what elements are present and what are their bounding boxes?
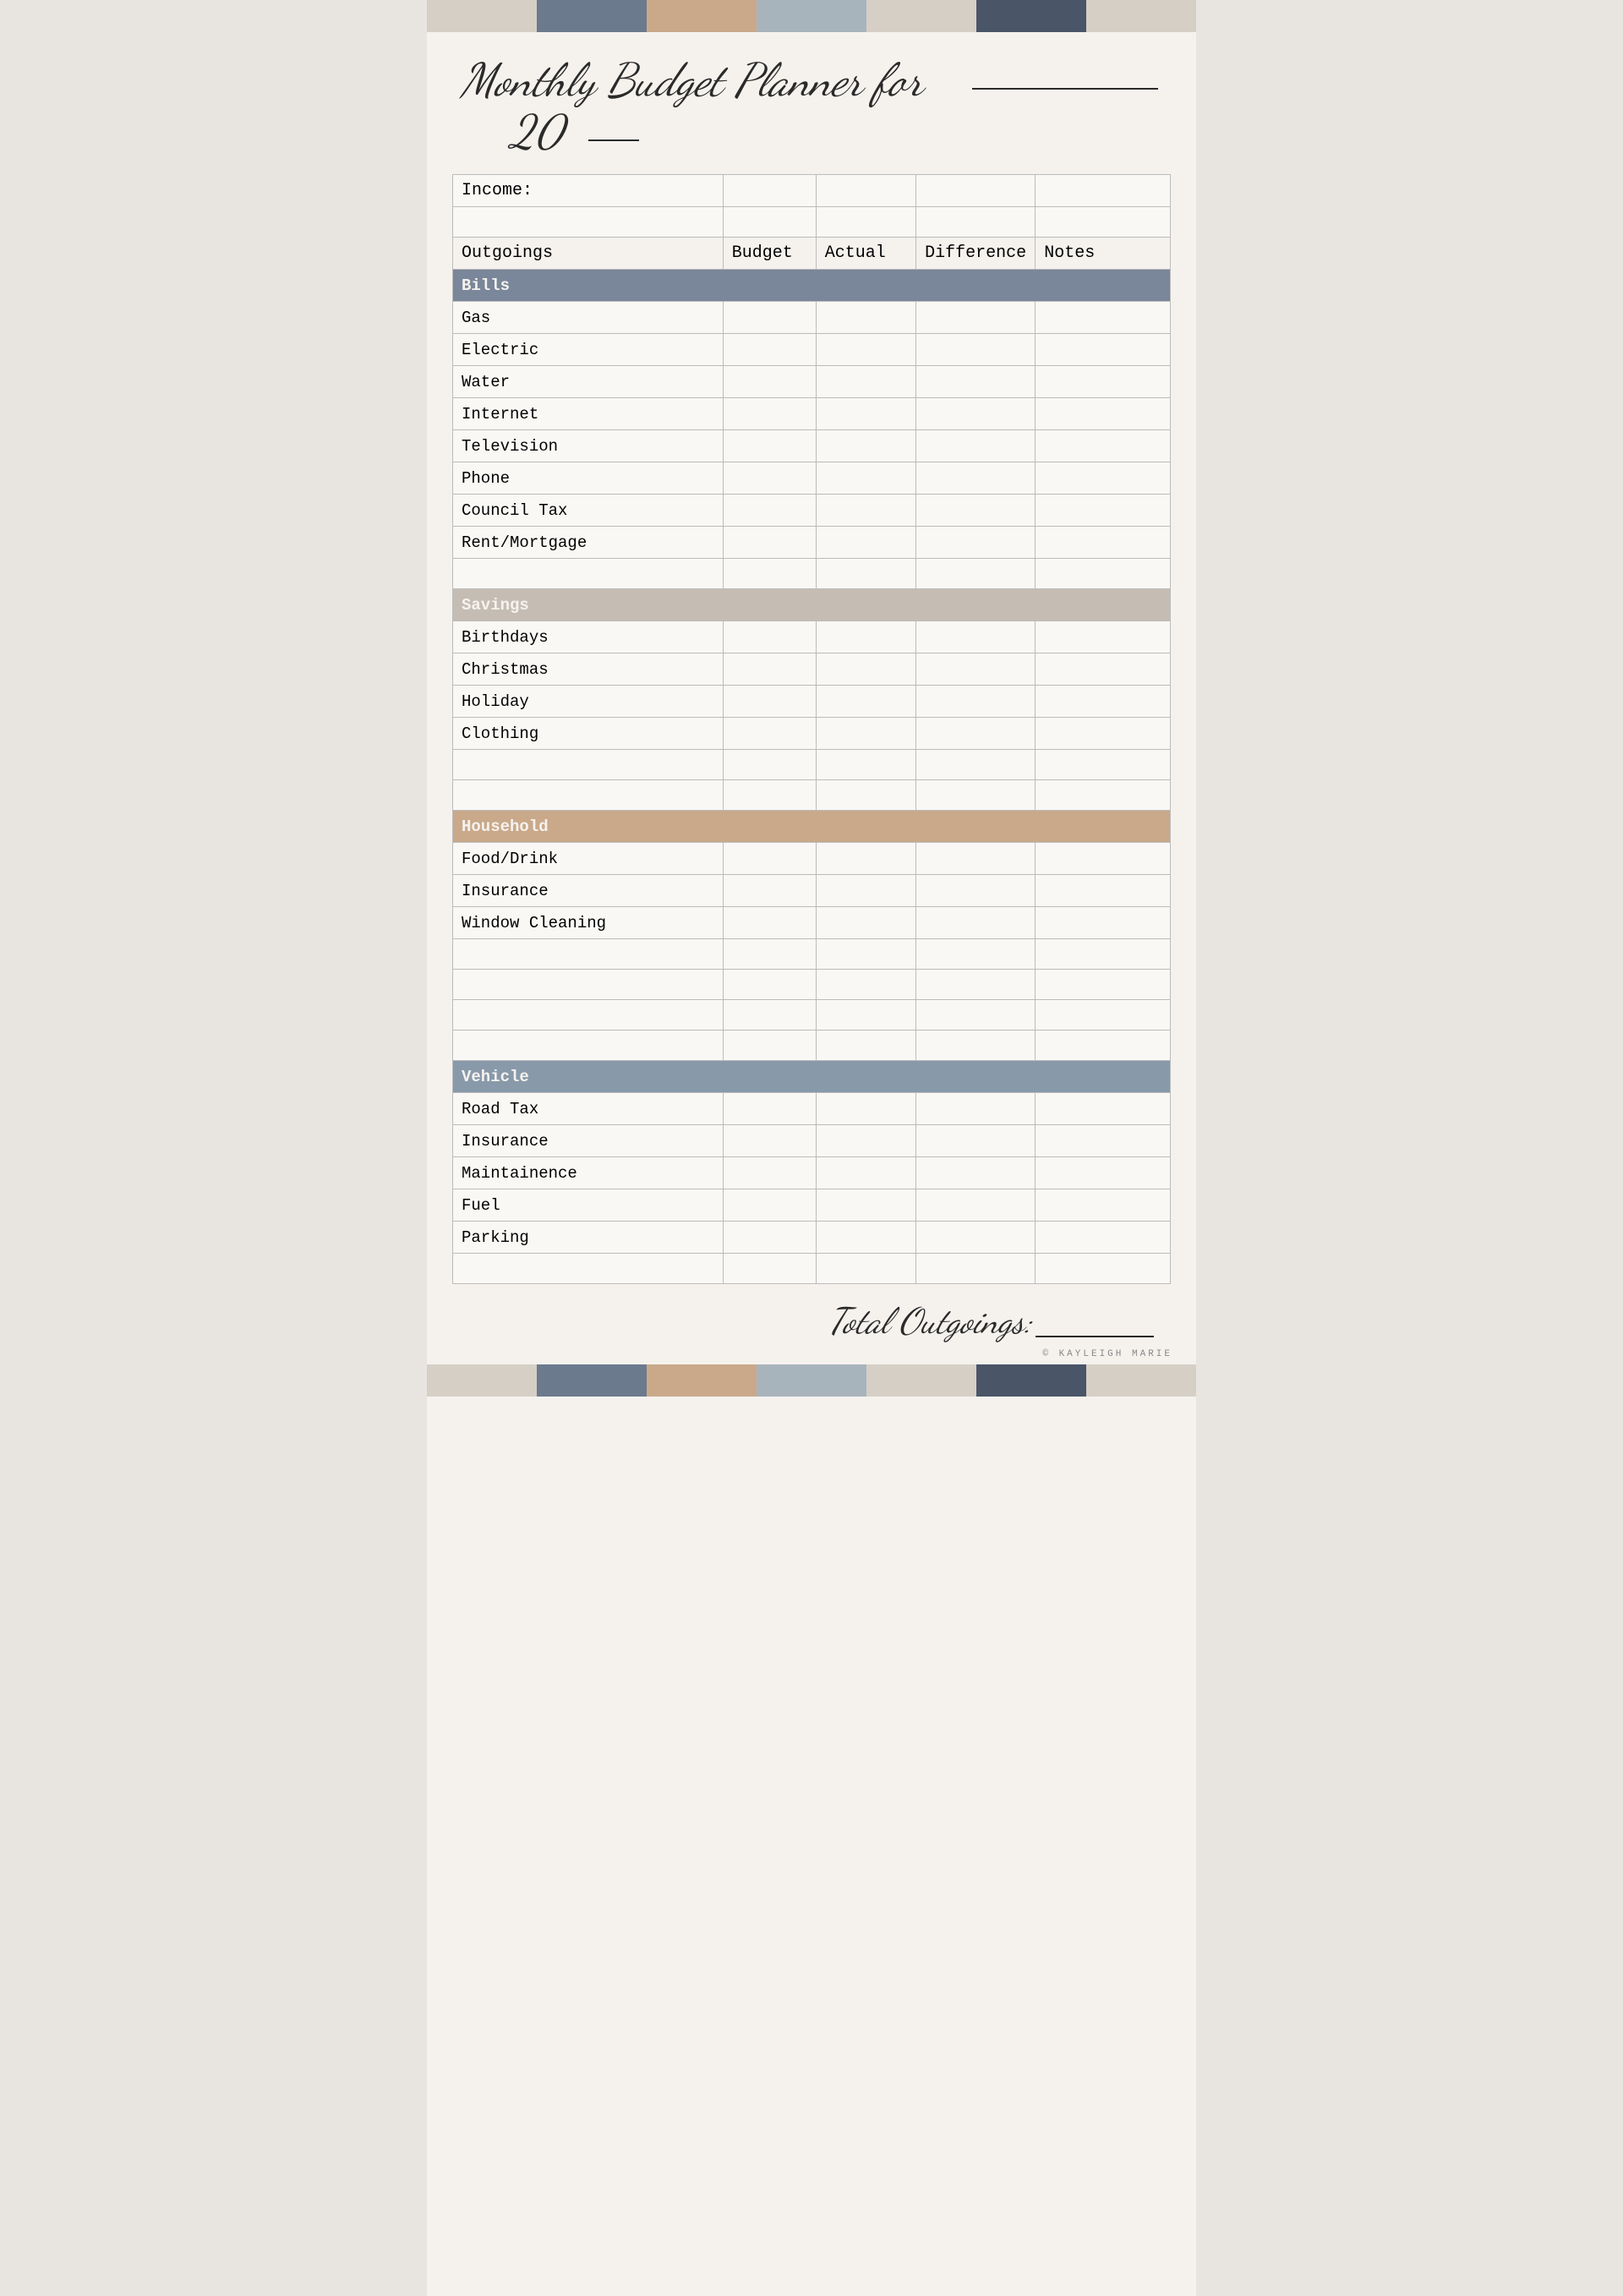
- color-seg-5: [866, 0, 976, 32]
- bottom-color-bar: © KAYLEIGH MARIE: [427, 1364, 1196, 1397]
- table-row: Water: [453, 366, 1171, 398]
- table-row: Birthdays: [453, 621, 1171, 653]
- top-color-bar: [427, 0, 1196, 32]
- household-empty-row-2: [453, 970, 1171, 1000]
- item-christmas: Christmas: [453, 653, 724, 686]
- col-budget-header: Budget: [723, 238, 816, 270]
- table-row: Clothing: [453, 718, 1171, 750]
- color-seg-1: [427, 0, 537, 32]
- color-seg-4: [757, 0, 866, 32]
- bills-category-row: Bills: [453, 270, 1171, 302]
- col-notes-header: Notes: [1036, 238, 1171, 270]
- item-insurance-household: Insurance: [453, 875, 724, 907]
- savings-empty-row-1: [453, 750, 1171, 780]
- household-empty-row-3: [453, 1000, 1171, 1030]
- table-row: Holiday: [453, 686, 1171, 718]
- table-row: Maintainence: [453, 1157, 1171, 1189]
- col-diff-header: Difference: [916, 238, 1036, 270]
- table-row: Electric: [453, 334, 1171, 366]
- item-television: Television: [453, 430, 724, 462]
- item-food-drink: Food/Drink: [453, 843, 724, 875]
- item-fuel: Fuel: [453, 1189, 724, 1222]
- bills-label: Bills: [453, 270, 1171, 302]
- color-seg-7: [1086, 0, 1196, 32]
- table-row: Council Tax: [453, 495, 1171, 527]
- item-electric: Electric: [453, 334, 724, 366]
- item-insurance-vehicle: Insurance: [453, 1125, 724, 1157]
- table-row: Christmas: [453, 653, 1171, 686]
- income-notes: [1036, 175, 1171, 207]
- vehicle-empty-row: [453, 1254, 1171, 1284]
- income-diff: [916, 175, 1036, 207]
- item-council-tax: Council Tax: [453, 495, 724, 527]
- budget-table: Income: Outgoings Budget Actual Differen…: [452, 174, 1171, 1284]
- table-row: Fuel: [453, 1189, 1171, 1222]
- item-internet: Internet: [453, 398, 724, 430]
- table-row: Food/Drink: [453, 843, 1171, 875]
- budget-planner-page: Monthly Budget Planner for 20 Income: Ou…: [427, 0, 1196, 2296]
- total-label: Total Outgoings:: [828, 1299, 1032, 1342]
- col-actual-header: Actual: [816, 238, 915, 270]
- item-parking: Parking: [453, 1222, 724, 1254]
- table-row: Internet: [453, 398, 1171, 430]
- bottom-color-seg-1: [427, 1364, 537, 1397]
- income-empty-row: [453, 207, 1171, 238]
- bottom-color-seg-2: [537, 1364, 647, 1397]
- copyright: © KAYLEIGH MARIE: [1027, 1346, 1188, 1363]
- col-outgoings-header: Outgoings: [453, 238, 724, 270]
- total-underline: [1036, 1299, 1154, 1337]
- color-seg-6: [976, 0, 1086, 32]
- item-maintainence: Maintainence: [453, 1157, 724, 1189]
- bottom-color-seg-7: [1086, 1364, 1196, 1397]
- table-row: Television: [453, 430, 1171, 462]
- page-title: Monthly Budget Planner for 20: [461, 56, 1162, 159]
- table-row: Window Cleaning: [453, 907, 1171, 939]
- household-category-row: Household: [453, 811, 1171, 843]
- item-holiday: Holiday: [453, 686, 724, 718]
- vehicle-category-row: Vehicle: [453, 1061, 1171, 1093]
- household-empty-row-1: [453, 939, 1171, 970]
- bills-empty-row: [453, 559, 1171, 589]
- household-label: Household: [453, 811, 1171, 843]
- household-empty-row-4: [453, 1030, 1171, 1061]
- bottom-color-seg-3: [647, 1364, 757, 1397]
- table-row: Road Tax: [453, 1093, 1171, 1125]
- bottom-color-seg-6: [976, 1364, 1086, 1397]
- bottom-color-seg-5: [866, 1364, 976, 1397]
- savings-label: Savings: [453, 589, 1171, 621]
- total-section: Total Outgoings:: [427, 1284, 1196, 1351]
- item-rent-mortgage: Rent/Mortgage: [453, 527, 724, 559]
- table-row: Insurance: [453, 875, 1171, 907]
- item-gas: Gas: [453, 302, 724, 334]
- vehicle-label: Vehicle: [453, 1061, 1171, 1093]
- table-row: Parking: [453, 1222, 1171, 1254]
- item-phone: Phone: [453, 462, 724, 495]
- color-seg-3: [647, 0, 757, 32]
- color-seg-2: [537, 0, 647, 32]
- table-row: Insurance: [453, 1125, 1171, 1157]
- income-budget: [723, 175, 816, 207]
- table-row: Rent/Mortgage: [453, 527, 1171, 559]
- item-water: Water: [453, 366, 724, 398]
- income-row: Income:: [453, 175, 1171, 207]
- savings-empty-row-2: [453, 780, 1171, 811]
- item-birthdays: Birthdays: [453, 621, 724, 653]
- income-actual: [816, 175, 915, 207]
- table-row: Phone: [453, 462, 1171, 495]
- savings-category-row: Savings: [453, 589, 1171, 621]
- income-label: Income:: [453, 175, 724, 207]
- column-header-row: Outgoings Budget Actual Difference Notes: [453, 238, 1171, 270]
- bottom-color-seg-4: [757, 1364, 866, 1397]
- table-row: Gas: [453, 302, 1171, 334]
- item-road-tax: Road Tax: [453, 1093, 724, 1125]
- item-window-cleaning: Window Cleaning: [453, 907, 724, 939]
- item-clothing: Clothing: [453, 718, 724, 750]
- title-section: Monthly Budget Planner for 20: [427, 32, 1196, 174]
